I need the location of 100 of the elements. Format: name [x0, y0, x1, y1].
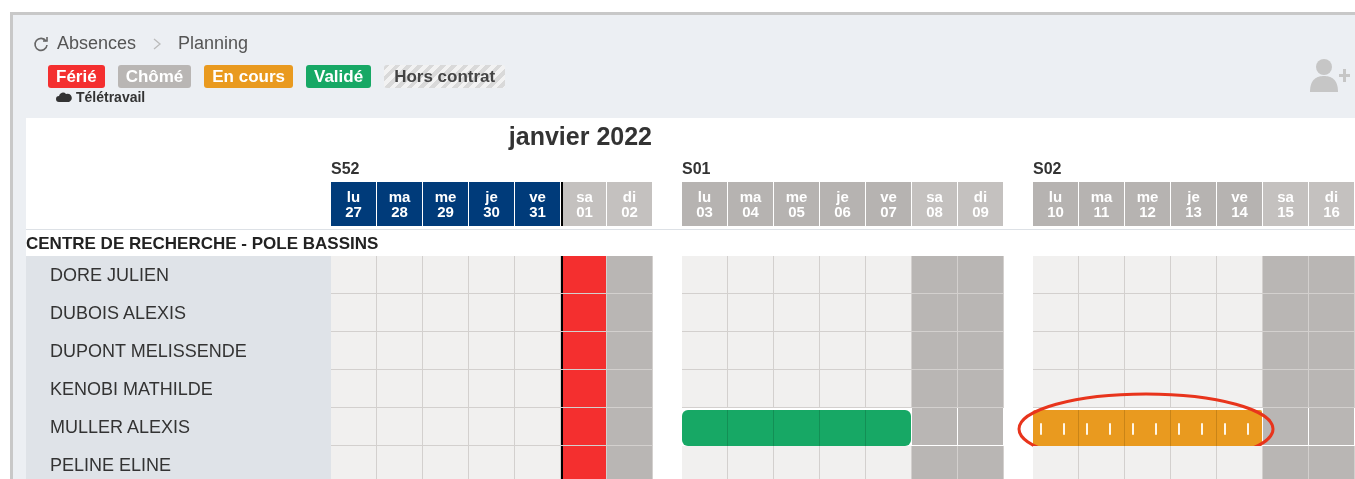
day-header[interactable]: ma 28	[377, 181, 422, 226]
day-header[interactable]: lu 27	[331, 181, 376, 226]
day-header[interactable]: me 29	[423, 181, 468, 226]
day-cell[interactable]	[1125, 255, 1170, 293]
day-cell[interactable]	[331, 445, 376, 479]
day-cell[interactable]	[377, 445, 422, 479]
refresh-icon[interactable]	[33, 35, 49, 52]
day-header[interactable]: je 13	[1171, 181, 1216, 226]
day-cell[interactable]	[469, 255, 514, 293]
day-cell[interactable]	[1309, 369, 1354, 407]
day-cell[interactable]	[820, 445, 865, 479]
day-header[interactable]: lu 10	[1033, 181, 1078, 226]
day-cell[interactable]	[377, 407, 422, 445]
day-cell[interactable]	[1171, 331, 1216, 369]
day-header[interactable]: sa 15	[1263, 181, 1308, 226]
day-cell[interactable]	[1263, 293, 1308, 331]
day-cell[interactable]	[682, 445, 727, 479]
day-cell[interactable]	[607, 255, 652, 293]
day-cell[interactable]	[1309, 407, 1354, 445]
day-header[interactable]: me 12	[1125, 181, 1170, 226]
day-cell[interactable]	[1309, 445, 1354, 479]
day-cell[interactable]	[774, 445, 819, 479]
day-cell[interactable]	[515, 255, 560, 293]
day-cell[interactable]	[469, 331, 514, 369]
day-cell[interactable]	[1125, 445, 1170, 479]
day-cell[interactable]	[1263, 445, 1308, 479]
day-cell[interactable]	[561, 331, 606, 369]
day-cell[interactable]	[1125, 331, 1170, 369]
day-cell[interactable]	[820, 255, 865, 293]
day-cell[interactable]	[1033, 255, 1078, 293]
day-cell[interactable]	[1171, 293, 1216, 331]
day-header[interactable]: ma 04	[728, 181, 773, 226]
day-cell[interactable]	[774, 369, 819, 407]
day-cell[interactable]	[469, 407, 514, 445]
day-cell[interactable]	[728, 255, 773, 293]
day-cell[interactable]	[377, 293, 422, 331]
day-cell[interactable]	[377, 255, 422, 293]
day-cell[interactable]	[331, 407, 376, 445]
day-header[interactable]: di 09	[958, 181, 1003, 226]
day-cell[interactable]	[958, 369, 1003, 407]
day-cell[interactable]	[1125, 293, 1170, 331]
day-cell[interactable]	[774, 293, 819, 331]
day-cell[interactable]	[912, 407, 957, 445]
day-cell[interactable]	[728, 293, 773, 331]
day-cell[interactable]	[1217, 255, 1262, 293]
day-cell[interactable]	[912, 293, 957, 331]
day-cell[interactable]	[682, 331, 727, 369]
day-cell[interactable]	[331, 331, 376, 369]
day-header[interactable]: me 05	[774, 181, 819, 226]
add-user-icon[interactable]	[1309, 57, 1351, 93]
day-cell[interactable]	[912, 369, 957, 407]
day-cell[interactable]	[561, 369, 606, 407]
day-cell[interactable]	[423, 293, 468, 331]
day-cell[interactable]	[1217, 445, 1262, 479]
day-cell[interactable]	[958, 407, 1003, 445]
day-cell[interactable]	[820, 331, 865, 369]
day-cell[interactable]	[1309, 293, 1354, 331]
day-header[interactable]: ve 07	[866, 181, 911, 226]
day-cell[interactable]	[866, 331, 911, 369]
day-cell[interactable]	[561, 407, 606, 445]
day-cell[interactable]	[377, 369, 422, 407]
day-cell[interactable]	[1033, 445, 1078, 479]
day-cell[interactable]	[1171, 255, 1216, 293]
day-cell[interactable]	[469, 293, 514, 331]
day-cell[interactable]	[469, 369, 514, 407]
day-cell[interactable]	[607, 407, 652, 445]
day-cell[interactable]	[423, 369, 468, 407]
day-header[interactable]: ma 11	[1079, 181, 1124, 226]
absence-bar[interactable]	[682, 409, 911, 446]
day-cell[interactable]	[728, 445, 773, 479]
day-cell[interactable]	[331, 369, 376, 407]
day-cell[interactable]	[423, 331, 468, 369]
day-cell[interactable]	[561, 255, 606, 293]
day-cell[interactable]	[820, 369, 865, 407]
day-header[interactable]: sa 01	[561, 181, 606, 226]
day-cell[interactable]	[728, 331, 773, 369]
day-cell[interactable]	[331, 255, 376, 293]
day-cell[interactable]	[774, 331, 819, 369]
day-cell[interactable]	[866, 445, 911, 479]
day-cell[interactable]	[1263, 255, 1308, 293]
day-cell[interactable]	[912, 331, 957, 369]
breadcrumb-link[interactable]: Absences	[57, 30, 137, 57]
day-cell[interactable]	[866, 255, 911, 293]
day-cell[interactable]	[1263, 331, 1308, 369]
day-cell[interactable]	[1217, 331, 1262, 369]
absence-bar[interactable]	[1033, 409, 1262, 446]
day-cell[interactable]	[331, 293, 376, 331]
day-cell[interactable]	[1217, 293, 1262, 331]
day-cell[interactable]	[682, 255, 727, 293]
day-cell[interactable]	[912, 255, 957, 293]
day-cell[interactable]	[682, 293, 727, 331]
day-cell[interactable]	[515, 293, 560, 331]
day-cell[interactable]	[958, 331, 1003, 369]
day-cell[interactable]	[515, 445, 560, 479]
day-cell[interactable]	[1033, 293, 1078, 331]
day-cell[interactable]	[423, 445, 468, 479]
day-cell[interactable]	[469, 445, 514, 479]
day-cell[interactable]	[1079, 445, 1124, 479]
day-header[interactable]: di 02	[607, 181, 652, 226]
day-cell[interactable]	[1079, 331, 1124, 369]
